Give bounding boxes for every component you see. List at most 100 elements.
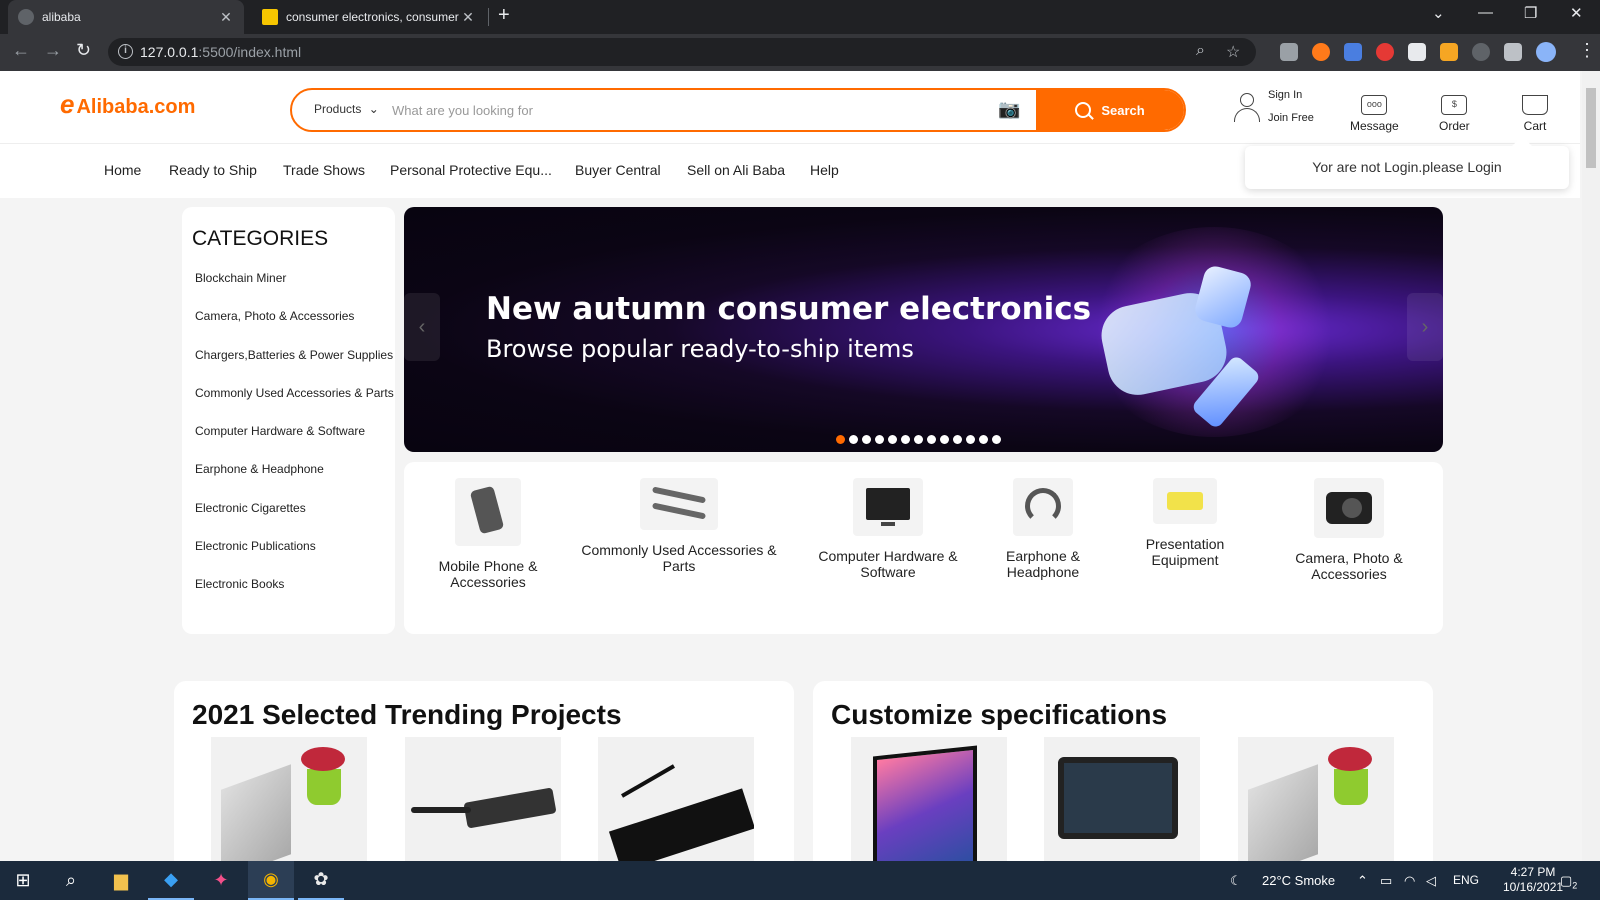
bookmark-star-icon[interactable]: ☆ xyxy=(1226,42,1240,62)
order-button[interactable]: $ Order xyxy=(1439,95,1470,133)
product-card[interactable] xyxy=(211,737,367,871)
tile-accessories[interactable]: Commonly Used Accessories & Parts xyxy=(574,478,784,574)
url-field[interactable]: i 127.0.0.1:5500/index.html ⌕ ☆ xyxy=(108,38,1256,66)
tab-consumer-electronics[interactable]: consumer electronics, consumer ✕ xyxy=(252,0,486,34)
scrollbar-thumb[interactable] xyxy=(1586,88,1596,168)
product-card[interactable] xyxy=(1044,737,1200,871)
category-item[interactable]: Earphone & Headphone xyxy=(195,462,394,500)
tile-presentation[interactable]: Presentation Equipment xyxy=(1130,478,1240,568)
nav-personal-protective[interactable]: Personal Protective Equ... xyxy=(390,162,552,178)
carousel-dot[interactable] xyxy=(888,435,897,444)
carousel-dot[interactable] xyxy=(836,435,845,444)
wifi-icon[interactable]: ◠ xyxy=(1404,861,1415,900)
back-icon[interactable]: ← xyxy=(12,40,30,61)
tile-earphone[interactable]: Earphone & Headphone xyxy=(988,478,1098,580)
close-icon[interactable]: ✕ xyxy=(218,9,234,26)
menu-dots-icon[interactable]: ⋮ xyxy=(1578,40,1596,61)
extensions-puzzle-icon[interactable] xyxy=(1504,43,1522,61)
nav-help[interactable]: Help xyxy=(810,162,839,178)
language-indicator[interactable]: ENG xyxy=(1453,861,1479,900)
new-tab-icon[interactable]: + xyxy=(498,4,510,27)
nav-trade-shows[interactable]: Trade Shows xyxy=(283,162,365,178)
battery-icon[interactable]: ▭ xyxy=(1380,861,1392,900)
product-card[interactable] xyxy=(405,737,561,871)
carousel-dot[interactable] xyxy=(992,435,1001,444)
zoom-icon[interactable]: ⌕ xyxy=(1196,42,1205,60)
category-item[interactable]: Electronic Publications xyxy=(195,539,394,577)
carousel-dot[interactable] xyxy=(862,435,871,444)
carousel-dot[interactable] xyxy=(875,435,884,444)
tile-computer-hardware[interactable]: Computer Hardware & Software xyxy=(808,478,968,580)
clock[interactable]: 4:27 PM 10/16/2021 xyxy=(1503,865,1563,895)
tile-mobile-phone[interactable]: Mobile Phone & Accessories xyxy=(424,478,552,590)
message-button[interactable]: ooo Message xyxy=(1350,95,1399,133)
carousel-dot[interactable] xyxy=(901,435,910,444)
minimize-icon[interactable]: — xyxy=(1478,4,1493,21)
sign-in-link[interactable]: Sign In xyxy=(1268,89,1302,101)
carousel-dot[interactable] xyxy=(953,435,962,444)
hero-banner[interactable]: New autumn consumer electronics Browse p… xyxy=(404,207,1443,452)
category-item[interactable]: Commonly Used Accessories & Parts xyxy=(195,386,394,424)
product-card[interactable] xyxy=(598,737,754,871)
paint-icon[interactable]: ✿ xyxy=(298,861,344,900)
category-item[interactable]: Electronic Cigarettes xyxy=(195,501,394,539)
chevron-left-icon[interactable]: ‹ xyxy=(404,293,440,361)
search-icon[interactable]: ⌕ xyxy=(48,861,94,900)
carousel-dot[interactable] xyxy=(914,435,923,444)
camera-search-icon[interactable]: 📷 xyxy=(998,99,1020,120)
notification-icon[interactable]: ▢2 xyxy=(1560,861,1577,900)
categories-panel: CATEGORIES Blockchain Miner Camera, Phot… xyxy=(182,207,395,634)
chevron-up-icon[interactable]: ⌃ xyxy=(1357,861,1368,900)
site-info-icon[interactable]: i xyxy=(118,44,133,59)
file-explorer-icon[interactable]: ▆ xyxy=(98,861,144,900)
search-button[interactable]: Search xyxy=(1036,90,1184,130)
windows-start-icon[interactable]: ⊞ xyxy=(0,861,46,900)
extension-icon[interactable] xyxy=(1312,43,1330,61)
category-item[interactable]: Electronic Books xyxy=(195,577,394,615)
profile-avatar[interactable] xyxy=(1536,42,1556,62)
cart-icon xyxy=(1522,95,1548,115)
page-scrollbar[interactable] xyxy=(1582,71,1600,861)
git-icon[interactable]: ✦ xyxy=(198,861,244,900)
category-item[interactable]: Computer Hardware & Software xyxy=(195,424,394,462)
nav-ready-to-ship[interactable]: Ready to Ship xyxy=(169,162,257,178)
category-item[interactable]: Blockchain Miner xyxy=(195,271,394,309)
translate-extension-icon[interactable] xyxy=(1344,43,1362,61)
carousel-dot[interactable] xyxy=(966,435,975,444)
window-close-icon[interactable]: ✕ xyxy=(1570,4,1583,22)
qr-extension-icon[interactable] xyxy=(1408,43,1426,61)
search-input[interactable] xyxy=(392,98,952,122)
tab-search-icon[interactable]: ⌄ xyxy=(1432,4,1445,22)
category-item[interactable]: Camera, Photo & Accessories xyxy=(195,309,394,347)
carousel-dot[interactable] xyxy=(979,435,988,444)
tile-camera[interactable]: Camera, Photo & Accessories xyxy=(1274,478,1424,582)
extension-icon[interactable] xyxy=(1440,43,1458,61)
vscode-icon[interactable]: ◆ xyxy=(148,861,194,900)
nav-home[interactable]: Home xyxy=(104,162,141,178)
reload-icon[interactable]: ↻ xyxy=(76,40,91,61)
sync-extension-icon[interactable] xyxy=(1472,43,1490,61)
product-card[interactable] xyxy=(1238,737,1394,871)
search-category-dropdown[interactable]: Products ⌄ xyxy=(314,102,379,116)
category-item[interactable]: Chargers,Batteries & Power Supplies xyxy=(195,348,394,386)
nav-buyer-central[interactable]: Buyer Central xyxy=(575,162,661,178)
restore-icon[interactable]: ❐ xyxy=(1524,4,1537,22)
screenshot-extension-icon[interactable] xyxy=(1280,43,1298,61)
product-card[interactable] xyxy=(851,737,1007,871)
tab-alibaba[interactable]: alibaba ✕ xyxy=(8,0,244,34)
pokeball-extension-icon[interactable] xyxy=(1376,43,1394,61)
carousel-dot[interactable] xyxy=(940,435,949,444)
alibaba-logo[interactable]: e Alibaba.com xyxy=(60,89,195,120)
weather-text[interactable]: 22°C Smoke xyxy=(1262,861,1335,900)
nav-sell-on-alibaba[interactable]: Sell on Ali Baba xyxy=(687,162,785,178)
join-free-link[interactable]: Join Free xyxy=(1268,112,1314,124)
carousel-dot[interactable] xyxy=(927,435,936,444)
carousel-dot[interactable] xyxy=(849,435,858,444)
forward-icon[interactable]: → xyxy=(44,40,62,61)
chrome-icon[interactable]: ◉ xyxy=(248,861,294,900)
close-icon[interactable]: ✕ xyxy=(460,9,476,26)
cart-button[interactable]: Cart xyxy=(1522,95,1548,133)
chevron-right-icon[interactable]: › xyxy=(1407,293,1443,361)
volume-icon[interactable]: ◁ xyxy=(1426,861,1436,900)
weather-icon[interactable]: ☾ xyxy=(1230,861,1242,900)
